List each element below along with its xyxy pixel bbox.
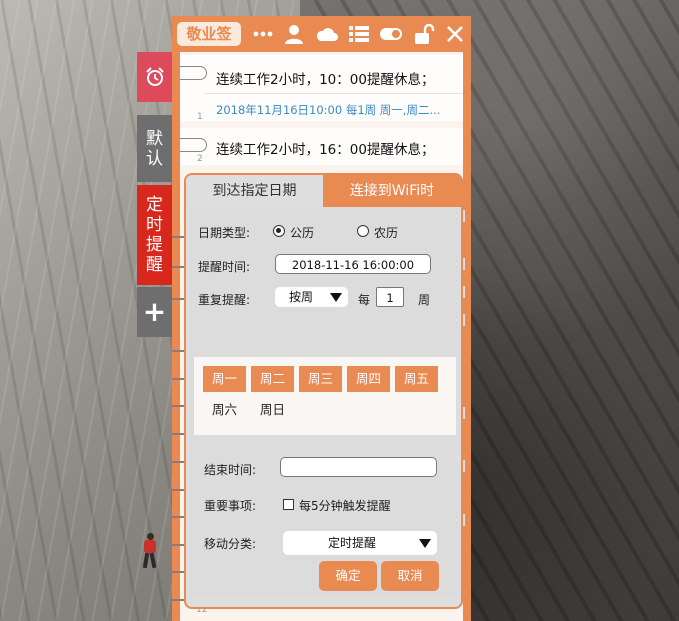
side-tab-default[interactable]: 默认	[137, 115, 172, 182]
side-tab-default-label: 默认	[146, 128, 163, 169]
chevron-down-icon	[419, 539, 431, 548]
climber-figure	[139, 533, 161, 569]
clip-icon	[180, 66, 207, 80]
note-item[interactable]: 连续工作2小时，16：00提醒休息； 2	[180, 128, 463, 165]
side-tab-timed-label: 定时提醒	[146, 195, 163, 275]
weekday-picker: 周一 周二 周三 周四 周五 周六 周日	[194, 357, 456, 435]
divider	[204, 93, 463, 94]
note-item[interactable]: 连续工作2小时，10：00提醒休息； 2018年11月16日10:00 每1周 …	[180, 55, 463, 122]
list-icon[interactable]	[347, 23, 371, 45]
remind-time-input[interactable]: 2018-11-16 16:00:00	[275, 254, 431, 274]
tab-wifi[interactable]: 连接到WiFi时	[323, 175, 461, 207]
date-type-label: 日期类型:	[198, 226, 251, 240]
lunar-radio[interactable]	[357, 225, 369, 237]
repeat-interval-input[interactable]: 1	[376, 287, 404, 307]
remind-time-label: 提醒时间:	[198, 260, 251, 274]
repeat-label: 重复提醒:	[198, 293, 251, 307]
move-category-value: 定时提醒	[327, 536, 376, 550]
tab-specified-date[interactable]: 到达指定日期	[186, 175, 323, 207]
title-bar: 敬业签	[172, 16, 471, 52]
weekday-sat[interactable]: 周六	[203, 397, 246, 423]
clip-icon	[180, 138, 207, 152]
toggle-icon[interactable]	[379, 23, 403, 45]
note-number: 2	[197, 154, 203, 164]
cloud-icon[interactable]	[315, 23, 339, 45]
confirm-button[interactable]: 确定	[319, 561, 377, 591]
cancel-button[interactable]: 取消	[381, 561, 439, 591]
end-time-input[interactable]	[280, 457, 437, 477]
note-title: 连续工作2小时，16：00提醒休息；	[216, 142, 435, 158]
repeat-mode-select[interactable]: 按周	[275, 287, 348, 307]
weekday-wed[interactable]: 周三	[299, 366, 342, 392]
repeat-mode-value: 按周	[289, 290, 314, 304]
every-label: 每	[358, 293, 371, 307]
close-icon[interactable]	[443, 23, 467, 45]
note-title: 连续工作2小时，10：00提醒休息；	[216, 72, 435, 88]
add-category-button[interactable]: +	[137, 287, 172, 337]
unlock-icon[interactable]	[412, 23, 436, 45]
weekday-tue[interactable]: 周二	[251, 366, 294, 392]
more-icon[interactable]	[251, 23, 275, 45]
move-category-label: 移动分类:	[204, 537, 257, 551]
note-schedule: 2018年11月16日10:00 每1周 周一,周二...	[216, 103, 441, 117]
weekday-mon[interactable]: 周一	[203, 366, 246, 392]
important-checkbox[interactable]	[283, 499, 294, 510]
lunar-label: 农历	[374, 226, 399, 240]
plus-icon: +	[142, 295, 167, 328]
app-logo: 敬业签	[177, 22, 241, 46]
note-number: 1	[197, 112, 203, 122]
move-category-select[interactable]: 定时提醒	[283, 531, 437, 555]
alarm-clock-icon	[145, 67, 164, 86]
solar-label: 公历	[290, 226, 315, 240]
important-option-label: 每5分钟触发提醒	[299, 499, 391, 513]
weekday-sun[interactable]: 周日	[251, 397, 294, 423]
weekday-fri[interactable]: 周五	[395, 366, 438, 392]
side-tab-alarm[interactable]	[137, 52, 172, 102]
unit-label: 周	[418, 293, 431, 307]
user-icon[interactable]	[282, 23, 306, 45]
important-label: 重要事项:	[204, 499, 257, 513]
side-tab-timed-reminder[interactable]: 定时提醒	[137, 185, 172, 285]
reminder-form: 日期类型: 公历 农历 提醒时间: 2018-11-16 16:00:00 重复…	[190, 207, 457, 597]
chevron-down-icon	[330, 293, 342, 302]
solar-radio[interactable]	[273, 225, 285, 237]
weekday-thu[interactable]: 周四	[347, 366, 390, 392]
reminder-dialog: 到达指定日期 连接到WiFi时 日期类型: 公历 农历 提醒时间: 2018-1…	[184, 173, 463, 609]
end-time-label: 结束时间:	[204, 463, 257, 477]
